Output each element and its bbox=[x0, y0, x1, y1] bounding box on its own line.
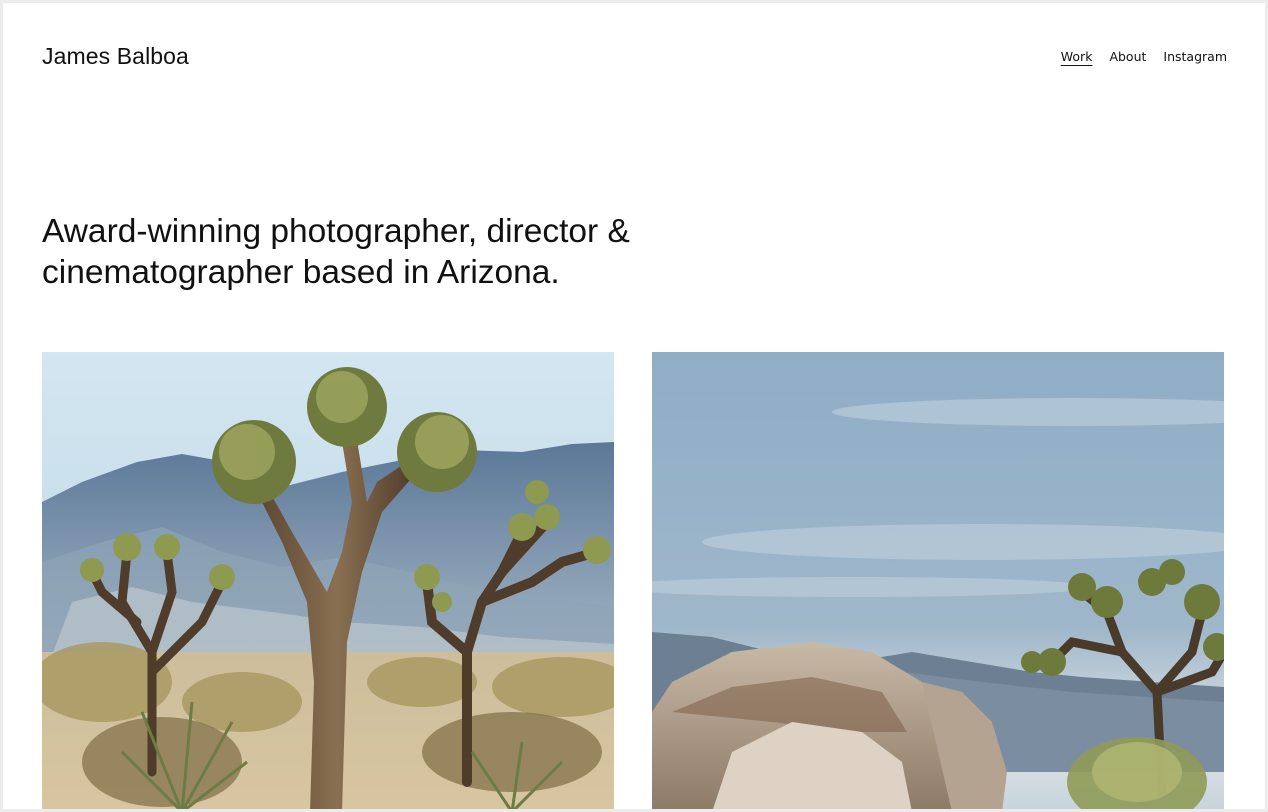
hero-tagline: Award-winning photographer, director & c… bbox=[42, 213, 630, 291]
site-title[interactable]: James Balboa bbox=[42, 43, 189, 70]
nav-link-work[interactable]: Work bbox=[1061, 49, 1093, 64]
main-nav: Work About Instagram bbox=[1061, 49, 1227, 64]
nav-link-instagram[interactable]: Instagram bbox=[1163, 49, 1227, 64]
gallery-photo-desert-rocks[interactable] bbox=[652, 352, 1224, 809]
joshua-tree-photo-image bbox=[42, 352, 614, 809]
nav-link-about[interactable]: About bbox=[1109, 49, 1146, 64]
gallery-photo-joshua-tree[interactable] bbox=[42, 352, 614, 809]
desert-rocks-photo-image bbox=[652, 352, 1224, 809]
page-frame: James Balboa Work About Instagram Award-… bbox=[0, 0, 1268, 812]
